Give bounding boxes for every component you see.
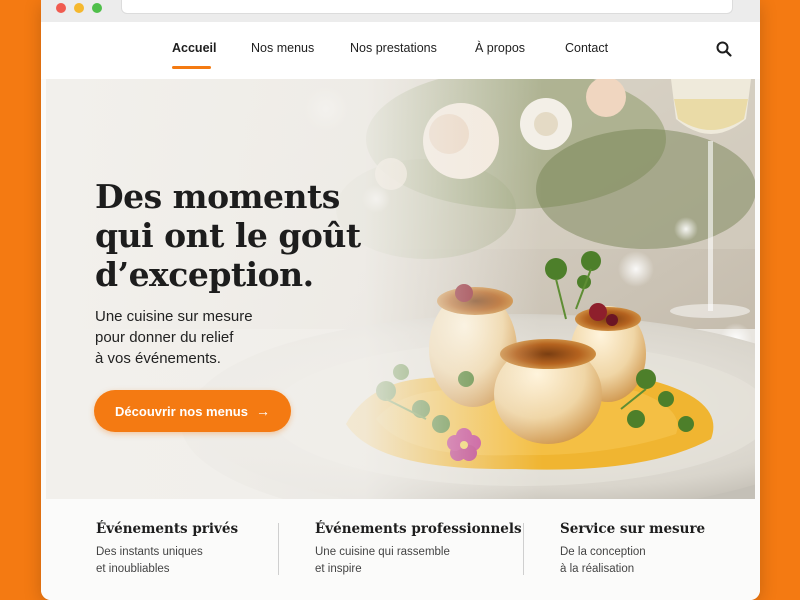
minimize-window-button[interactable]	[74, 3, 84, 13]
feature-divider	[278, 523, 279, 575]
active-tab-indicator	[172, 66, 211, 69]
feature-desc-line: De la conception	[560, 546, 646, 558]
hero-subtitle-line: à vos événements.	[95, 350, 221, 367]
feature-title: Événements privés	[96, 521, 239, 537]
feature-professional-events: Événements professionnels Une cuisine qu…	[315, 521, 522, 578]
feature-private-events: Événements privés Des instants uniques e…	[96, 521, 238, 578]
hero-title-line: Des moments	[95, 177, 340, 216]
nav-item-nos-prestations[interactable]: Nos prestations	[350, 41, 437, 55]
feature-desc-line: et inspire	[315, 563, 362, 575]
address-bar[interactable]	[121, 0, 733, 14]
feature-desc-line: à la réalisation	[560, 563, 635, 575]
feature-description: Une cuisine qui rassemble et inspire	[315, 544, 522, 578]
feature-desc-line: Des instants uniques	[96, 546, 203, 558]
nav-item-a-propos[interactable]: À propos	[475, 41, 525, 55]
features-section: Événements privés Des instants uniques e…	[41, 499, 760, 600]
feature-custom-service: Service sur mesure De la conception à la…	[560, 521, 705, 578]
hero-title: Des moments qui ont le goût d’exception.	[95, 177, 395, 294]
discover-menus-button[interactable]: Découvrir nos menus →	[94, 390, 291, 432]
top-navigation: Accueil Nos menus Nos prestations À prop…	[41, 22, 760, 79]
nav-item-nos-menus[interactable]: Nos menus	[251, 41, 314, 55]
feature-description: De la conception à la réalisation	[560, 544, 705, 578]
feature-title: Événements professionnels	[315, 521, 522, 537]
hero-title-line: qui ont le goût	[95, 216, 361, 255]
title-bar	[41, 0, 760, 22]
hero-title-line: d’exception.	[95, 255, 314, 294]
close-window-button[interactable]	[56, 3, 66, 13]
feature-desc-line: et inoubliables	[96, 563, 170, 575]
hero-section: Des moments qui ont le goût d’exception.…	[46, 79, 755, 499]
feature-divider	[523, 523, 524, 575]
search-icon[interactable]	[715, 40, 733, 58]
feature-desc-line: Une cuisine qui rassemble	[315, 546, 450, 558]
arrow-right-icon: →	[255, 403, 270, 419]
hero-subtitle-line: pour donner du relief	[95, 329, 234, 346]
nav-item-contact[interactable]: Contact	[565, 41, 608, 55]
hero-subtitle-line: Une cuisine sur mesure	[95, 308, 253, 325]
maximize-window-button[interactable]	[92, 3, 102, 13]
feature-title: Service sur mesure	[560, 521, 706, 537]
nav-item-accueil[interactable]: Accueil	[172, 41, 216, 55]
cta-label: Découvrir nos menus	[115, 403, 248, 419]
hero-subtitle: Une cuisine sur mesure pour donner du re…	[95, 306, 295, 369]
feature-description: Des instants uniques et inoubliables	[96, 544, 238, 578]
browser-window: Accueil Nos menus Nos prestations À prop…	[41, 0, 760, 600]
